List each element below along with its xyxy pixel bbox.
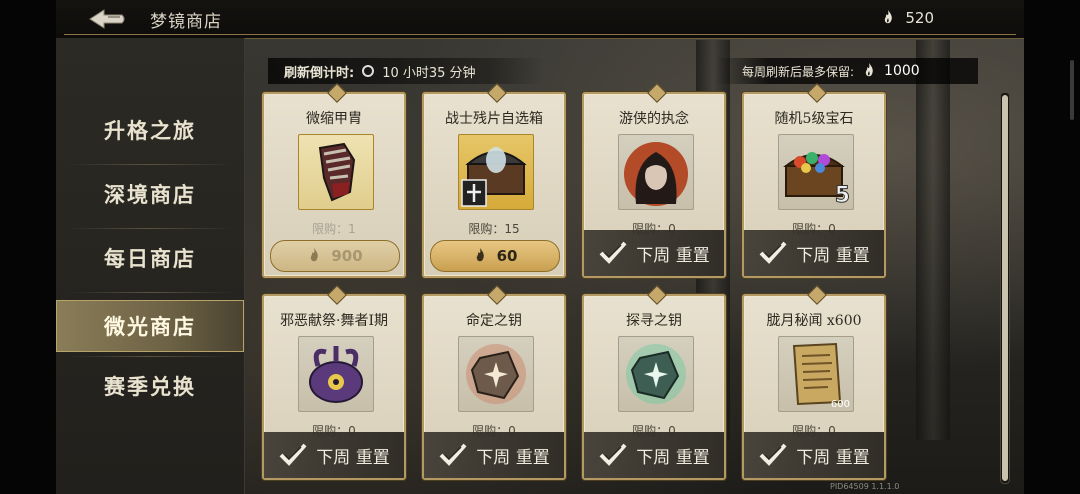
game-viewport: 梦镜商店 520 升格之旅 深境商店 每日商店 微光商店 赛季兑换 刷新倒计时:… — [56, 0, 1024, 494]
checkmark-icon — [439, 443, 467, 466]
sidebar-divider — [66, 228, 234, 229]
item-name: 随机5级宝石 — [774, 111, 854, 127]
gem-chest-icon: 5 — [778, 134, 854, 210]
sidebar-item-label: 微光商店 — [104, 314, 196, 339]
back-arrow-icon[interactable] — [86, 6, 128, 32]
reset-overlay: 下周 重置 — [744, 230, 884, 276]
sidebar-item-label: 深境商店 — [104, 182, 196, 207]
item-name: 命定之钥 — [466, 313, 522, 329]
page-title: 梦镜商店 — [150, 12, 222, 32]
scrollbar[interactable] — [1000, 92, 1010, 484]
sidebar-item-abyss-shop[interactable]: 深境商店 — [56, 168, 244, 220]
item-name: 游侠的执念 — [619, 111, 689, 127]
currency-display: 520 — [881, 9, 934, 27]
letterbox-right — [1024, 0, 1080, 494]
card-pin-ornament — [647, 285, 667, 305]
refresh-countdown: 刷新倒计时: 10 小时35 分钟 — [268, 58, 544, 84]
item-name: 探寻之钥 — [626, 313, 682, 329]
item-name: 微缩甲胄 — [306, 111, 362, 127]
shop-item-card[interactable]: 游侠的执念 限购：0 下周 重置 — [582, 83, 726, 278]
card-pin-ornament — [327, 83, 347, 103]
card-pin-ornament — [487, 285, 507, 305]
reset-text: 下周 重置 — [636, 447, 710, 468]
sidebar-divider — [66, 164, 234, 165]
top-bar: 梦镜商店 520 — [56, 0, 1024, 39]
card-pin-ornament — [807, 285, 827, 305]
checkmark-icon — [279, 443, 307, 466]
seek-key-stone-icon — [618, 336, 694, 412]
shop-item-card[interactable]: 命定之钥 限购：0 下周 重置 — [422, 285, 566, 480]
sidebar-divider — [66, 356, 234, 357]
reset-text: 下周 重置 — [796, 245, 870, 266]
retain-label: 每周刷新后最多保留: — [742, 64, 855, 79]
background-pillar — [916, 40, 950, 440]
reset-overlay: 下周 重置 — [424, 432, 564, 478]
shop-item-card[interactable]: 战士残片自选箱 限购：15 60 — [422, 83, 566, 278]
ranger-portrait-icon — [618, 134, 694, 210]
retain-value: 1000 — [884, 63, 920, 79]
reset-text: 下周 重置 — [316, 447, 390, 468]
clock-icon — [362, 65, 375, 77]
sidebar-divider — [66, 292, 234, 293]
reset-overlay: 下周 重置 — [744, 432, 884, 478]
reset-text: 下周 重置 — [796, 447, 870, 468]
fate-key-stone-icon — [458, 336, 534, 412]
refresh-label: 刷新倒计时: — [284, 65, 355, 81]
card-pin-ornament — [647, 83, 667, 103]
purchase-limit: 限购：15 — [468, 222, 520, 236]
weekly-retain-info: 每周刷新后最多保留: 1000 — [716, 58, 978, 84]
dark-relic-icon — [298, 336, 374, 412]
scroll-icon: 600 — [778, 336, 854, 412]
glimmer-currency-icon — [865, 63, 873, 77]
card-pin-ornament — [327, 285, 347, 305]
sidebar-item-glimmer-shop[interactable]: 微光商店 — [56, 300, 244, 352]
refresh-time: 10 小时35 分钟 — [382, 65, 476, 81]
sidebar-item-daily-shop[interactable]: 每日商店 — [56, 232, 244, 284]
reset-overlay: 下周 重置 — [264, 432, 404, 478]
sidebar-item-ascension[interactable]: 升格之旅 — [56, 104, 244, 156]
item-name: 战士残片自选箱 — [445, 111, 543, 127]
shop-sidebar: 升格之旅 深境商店 每日商店 微光商店 赛季兑换 — [56, 38, 245, 494]
system-side-pill — [1070, 60, 1074, 120]
sidebar-item-label: 升格之旅 — [104, 118, 196, 143]
shop-item-card[interactable]: 随机5级宝石 5 限购：0 下周 重置 — [742, 83, 886, 278]
letterbox-left — [0, 0, 56, 494]
reset-overlay: 下周 重置 — [584, 432, 724, 478]
glimmer-currency-icon — [311, 248, 319, 262]
header-divider — [64, 34, 1016, 35]
shop-item-card[interactable]: 邪恶献祭·舞者I期 限购：0 下周 重置 — [262, 285, 406, 480]
warrior-chest-icon — [458, 134, 534, 210]
reset-overlay: 下周 重置 — [584, 230, 724, 276]
buy-button[interactable]: 900 — [270, 240, 400, 272]
checkmark-icon — [599, 443, 627, 466]
sidebar-item-season-exchange[interactable]: 赛季兑换 — [56, 360, 244, 412]
buy-button[interactable]: 60 — [430, 240, 560, 272]
sidebar-item-label: 每日商店 — [104, 246, 196, 271]
glimmer-currency-icon — [885, 10, 893, 24]
item-price: 900 — [331, 247, 363, 265]
sidebar-item-label: 赛季兑换 — [104, 374, 196, 399]
purchase-limit: 限购：1 — [312, 222, 356, 236]
checkmark-icon — [759, 443, 787, 466]
item-price: 60 — [496, 247, 518, 265]
shop-item-card[interactable]: 胧月秘闻 x600 600 限购：0 下周 重置 — [742, 285, 886, 480]
item-name: 邪恶献祭·舞者I期 — [280, 313, 388, 329]
card-pin-ornament — [487, 83, 507, 103]
card-pin-ornament — [807, 83, 827, 103]
checkmark-icon — [599, 241, 627, 264]
checkmark-icon — [759, 241, 787, 264]
shop-item-card[interactable]: 探寻之钥 限购：0 下周 重置 — [582, 285, 726, 480]
reset-text: 下周 重置 — [476, 447, 550, 468]
currency-amount: 520 — [905, 9, 934, 27]
item-badge: 600 — [830, 399, 850, 410]
reset-text: 下周 重置 — [636, 245, 710, 266]
scrollbar-thumb[interactable] — [1002, 95, 1008, 481]
armor-gauntlet-icon — [298, 134, 374, 210]
item-name: 胧月秘闻 x600 — [766, 313, 862, 329]
shop-item-card[interactable]: 微缩甲胄 限购：1 900 — [262, 83, 406, 278]
item-badge: 5 — [834, 183, 850, 209]
build-version: PID64509 1.1.1.0 — [830, 482, 900, 491]
glimmer-currency-icon — [476, 248, 484, 262]
